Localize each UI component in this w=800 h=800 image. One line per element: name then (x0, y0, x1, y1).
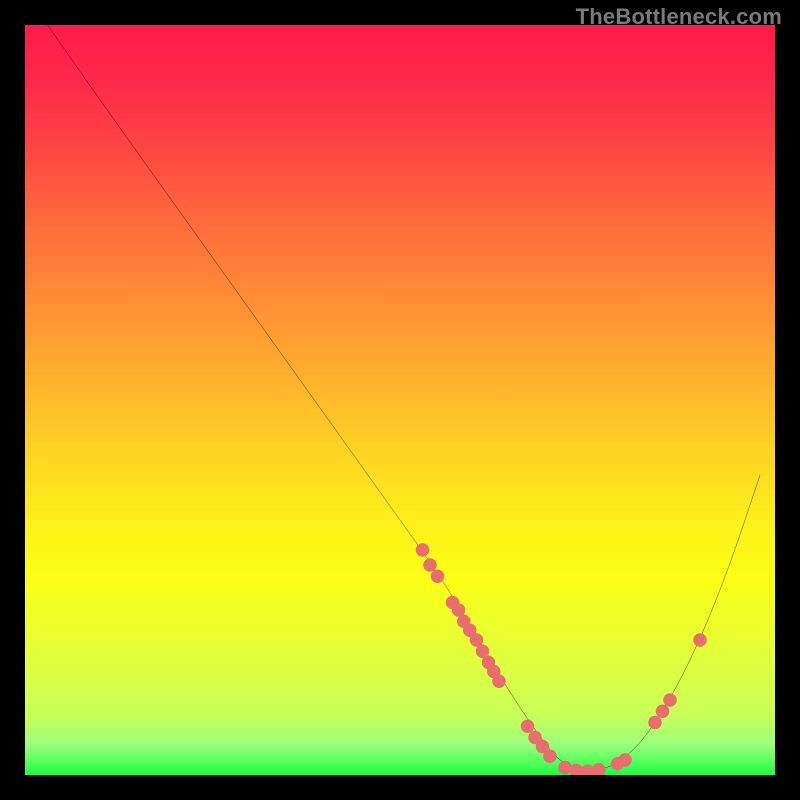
attribution-label: TheBottleneck.com (576, 4, 782, 30)
curve-layer (25, 25, 775, 775)
marker-right-high (693, 633, 707, 647)
marker-right-low-2 (656, 705, 670, 719)
marker-right-low-1 (648, 716, 662, 730)
marker-cluster-left-top-3 (431, 570, 444, 584)
chart-frame: TheBottleneck.com (0, 0, 800, 800)
marker-bottom-8 (592, 763, 606, 775)
marker-cluster-left-top (416, 543, 429, 557)
data-markers (416, 543, 707, 775)
plot-area (25, 25, 775, 775)
marker-bottom-4 (543, 750, 557, 764)
marker-cluster-left-low-3 (492, 675, 506, 689)
bottleneck-curve (48, 25, 761, 770)
marker-right-low-3 (663, 693, 677, 707)
marker-bottom-6 (570, 764, 584, 775)
marker-cluster-left-top-2 (423, 558, 436, 572)
marker-bottom-1 (521, 720, 535, 734)
marker-bottom-10 (618, 753, 632, 767)
